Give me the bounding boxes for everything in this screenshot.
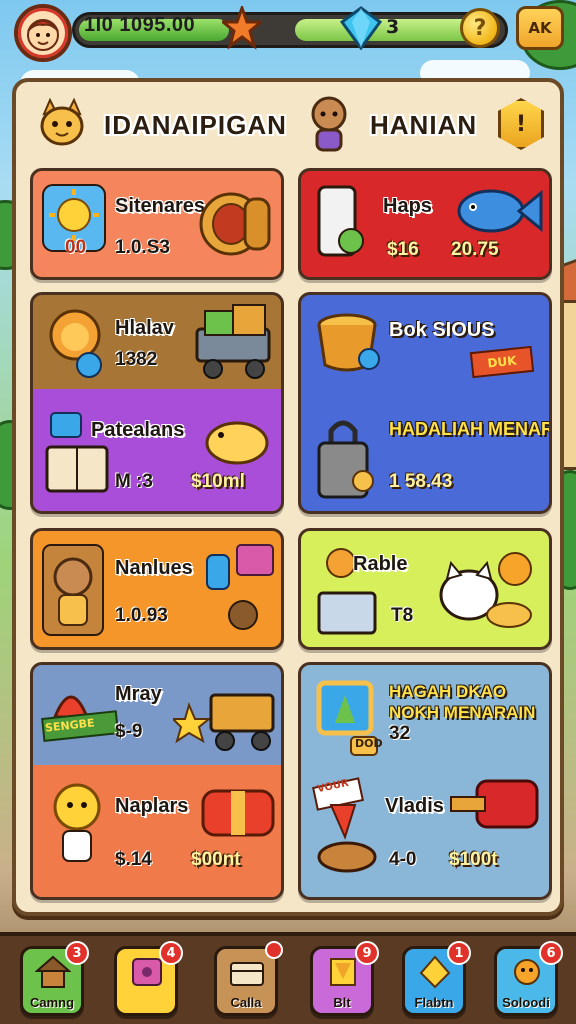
nav-label: Flabtn xyxy=(414,995,454,1010)
card-value-2: $00nt xyxy=(191,849,241,870)
card-title: Rable xyxy=(353,553,408,575)
card-value-2: 20.75 xyxy=(451,239,499,260)
nav-label: Calla xyxy=(230,995,262,1010)
nav-item-blt[interactable]: Blt 9 xyxy=(310,941,379,1016)
white-cat-icon xyxy=(439,552,532,628)
mailbox-icon xyxy=(450,779,539,829)
menu-label: AK xyxy=(528,19,552,37)
delivery-cart-icon xyxy=(173,693,275,751)
nav-item-flabtn[interactable]: Flabtn 1 xyxy=(402,941,471,1016)
player-avatar[interactable] xyxy=(14,4,72,62)
card-value: M :3 xyxy=(115,471,153,492)
avatar-icon xyxy=(27,19,59,51)
star-icon xyxy=(222,6,262,50)
chest-icon xyxy=(230,962,264,986)
notification-badge: 4 xyxy=(159,941,183,965)
tag-sign: DUK xyxy=(469,345,535,379)
card-title: HAGAH DKAO NOKH MENARAIN xyxy=(389,682,536,722)
shop-panel: IDANAIPIGAN HANIAN ! 00 Sitenares 1.0.S3… xyxy=(12,78,564,916)
shop-card[interactable]: Nanlues 1.0.93 xyxy=(30,528,284,650)
treasure-bucket-icon xyxy=(317,313,380,372)
hero-character-icon xyxy=(311,96,347,152)
notification-badge: 6 xyxy=(539,941,563,965)
card-title: HADALIAH MENARIKK xyxy=(389,419,549,439)
sign-text: DOD xyxy=(355,737,383,750)
shop-card[interactable]: Haps $16 20.75 xyxy=(298,168,552,280)
card-title: Mray xyxy=(115,683,162,705)
card-title: Sitenares xyxy=(115,195,206,217)
shop-card[interactable]: DOD HAGAH DKAO NOKH MENARAIN 32 VOUR Vla… xyxy=(298,662,552,900)
nav-item-camng[interactable]: Camng 3 xyxy=(20,941,89,1016)
card-value: 1382 xyxy=(115,349,158,370)
card-title: Patealans xyxy=(91,419,185,441)
gem-counter: 3 xyxy=(386,16,400,38)
nav-label: Blt xyxy=(333,995,351,1010)
notification-dot xyxy=(265,941,283,959)
shop-card[interactable]: SENGBE Mray $-9 Naplars $.14 $00nt xyxy=(30,662,284,900)
gem-icon xyxy=(340,6,382,50)
kid-character-icon xyxy=(42,544,104,636)
notification-badge: 3 xyxy=(65,941,89,965)
puzzle-icon xyxy=(330,958,356,986)
card-title: Vladis xyxy=(385,795,444,817)
nav-item-calla[interactable]: Calla xyxy=(214,941,283,1016)
card-value: $.14 xyxy=(115,849,152,870)
card-value: 1.0.S3 xyxy=(115,237,170,258)
tag-text: DUK xyxy=(486,353,518,371)
info-badge-button[interactable]: ! xyxy=(498,98,544,150)
house-icon xyxy=(35,955,71,988)
card-title: Hlalav xyxy=(115,317,174,339)
coin-icon[interactable]: ? xyxy=(460,8,500,48)
shop-card[interactable]: Rable T8 xyxy=(298,528,552,650)
cart-icon xyxy=(195,304,271,379)
box-icon xyxy=(132,958,162,986)
coin-glyph: ? xyxy=(473,15,487,41)
panel-title-right: HANIAN xyxy=(370,110,478,140)
card-value: T8 xyxy=(391,605,414,626)
bottom-nav: Camng 3 4 Calla Blt 9 Flabtn 1 Soloodi 6 xyxy=(0,932,576,1024)
flower-icon xyxy=(514,959,540,985)
notification-badge: 1 xyxy=(447,941,471,965)
nav-label: Soloodi xyxy=(502,995,550,1010)
coin-counter: 1I0 1095.00 xyxy=(84,14,196,36)
shop-card[interactable]: 00 Sitenares 1.0.S3 xyxy=(30,168,284,280)
panel-title-left: IDANAIPIGAN xyxy=(104,110,287,140)
card-value: 1.0.93 xyxy=(115,605,168,626)
lock-icon xyxy=(317,420,374,499)
sun-kid-icon xyxy=(53,783,101,862)
card-value: 32 xyxy=(389,723,411,744)
crystal-icon xyxy=(419,955,451,989)
card-value: $-9 xyxy=(115,721,143,742)
menu-button[interactable]: AK xyxy=(516,6,564,50)
nav-item-soloodi[interactable]: Soloodi 6 xyxy=(494,941,563,1016)
card-value-2: $100t xyxy=(449,849,498,870)
card-value: 4-0 xyxy=(389,849,417,870)
panel-header: IDANAIPIGAN HANIAN ! xyxy=(16,82,560,168)
card-title: Bok SIOUS xyxy=(389,319,495,341)
shop-card[interactable]: Bok SIOUS DUK HADALIAH MENARIKK 1 58.43 xyxy=(298,292,552,514)
nav-item-shop[interactable]: 4 xyxy=(114,941,183,1016)
gift-bag-icon xyxy=(201,789,275,837)
card-value: $16 xyxy=(387,239,419,260)
info-glyph: ! xyxy=(515,111,527,137)
card-badge: 00 xyxy=(65,237,87,258)
nav-label: Camng xyxy=(29,995,75,1010)
potion-icon xyxy=(206,544,274,630)
card-title: Naplars xyxy=(115,795,189,817)
card-title: Haps xyxy=(383,195,432,217)
shop-card[interactable]: Hlalav 1382 Patealans M :3 $10ml xyxy=(30,292,284,514)
cat-mascot-icon xyxy=(40,97,84,146)
card-value: 1 58.43 xyxy=(389,471,453,492)
dog-icon xyxy=(205,421,269,465)
melon-sign-icon xyxy=(41,695,120,743)
phone-icon xyxy=(317,185,364,257)
card-title: Nanlues xyxy=(115,557,193,579)
notification-badge: 9 xyxy=(355,941,379,965)
lion-icon xyxy=(49,309,102,378)
card-value-2: $10ml xyxy=(191,471,245,492)
top-hud: 1I0 1095.00 3 ? AK xyxy=(0,0,576,68)
fish-icon xyxy=(457,189,543,233)
barrel-icon xyxy=(199,192,271,256)
